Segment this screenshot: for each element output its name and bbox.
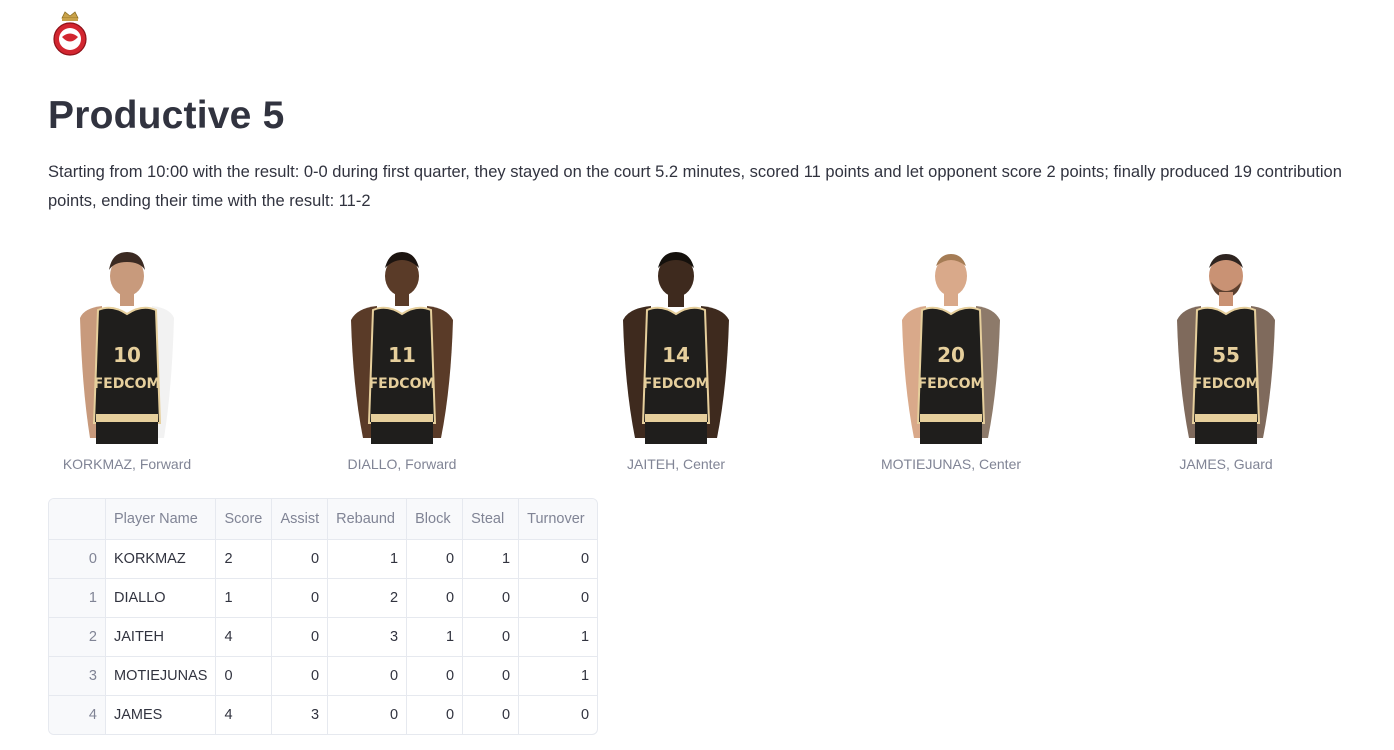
cell-player-name[interactable]: MOTIEJUNAS <box>105 656 217 696</box>
cell-rebaund[interactable]: 0 <box>327 656 408 696</box>
column-header-assist[interactable]: Assist <box>271 499 329 540</box>
cell-turnover[interactable]: 0 <box>519 696 597 735</box>
cell-block[interactable]: 1 <box>406 617 464 657</box>
table-row: 1 DIALLO 1 0 2 0 0 0 <box>49 578 598 618</box>
player-photo: 20 FEDCOM <box>902 254 1000 444</box>
cell-assist[interactable]: 0 <box>271 578 329 618</box>
cell-turnover[interactable]: 0 <box>518 578 598 618</box>
table-row: 3 MOTIEJUNAS 0 0 0 0 0 1 <box>49 656 598 696</box>
player-card: 10 FEDCOM KORKMAZ, Forward <box>12 248 242 478</box>
player-caption: MOTIEJUNAS, Center <box>880 456 1022 472</box>
lineup-summary: Starting from 10:00 with the result: 0-0… <box>48 163 1342 210</box>
cell-score[interactable]: 0 <box>215 656 273 696</box>
row-index: 2 <box>49 617 106 657</box>
cell-assist[interactable]: 0 <box>271 656 329 696</box>
player-caption: DIALLO, Forward <box>347 456 457 472</box>
player-card: 20 FEDCOM MOTIEJUNAS, Center <box>836 248 1066 478</box>
table-row: 2 JAITEH 4 0 3 1 0 1 <box>49 617 598 657</box>
jersey-sponsor: FEDCOM <box>918 376 985 392</box>
player-card: 11 FEDCOM DIALLO, Forward <box>287 248 517 478</box>
cell-rebaund[interactable]: 2 <box>327 578 408 618</box>
cell-steal[interactable]: 0 <box>462 578 520 618</box>
cell-player-name[interactable]: DIALLO <box>105 578 217 618</box>
player-card: 14 FEDCOM JAITEH, Center <box>561 248 791 478</box>
page-title: Productive 5 <box>48 94 285 137</box>
cell-steal[interactable]: 0 <box>462 617 520 657</box>
cell-steal[interactable]: 0 <box>462 695 520 734</box>
cell-rebaund[interactable]: 0 <box>327 695 408 734</box>
cell-score[interactable]: 4 <box>215 695 273 734</box>
cell-block[interactable]: 0 <box>406 539 464 579</box>
cell-player-name[interactable]: JAMES <box>105 695 217 734</box>
column-header-score[interactable]: Score <box>215 499 273 540</box>
jersey-number: 14 <box>662 343 690 367</box>
row-index: 0 <box>49 539 106 579</box>
cell-score[interactable]: 4 <box>215 617 273 657</box>
cell-block[interactable]: 0 <box>406 695 464 734</box>
player-card: 55 FEDCOM JAMES, Guard <box>1111 248 1341 478</box>
cell-turnover[interactable]: 0 <box>518 539 598 579</box>
player-photo: 10 FEDCOM <box>80 252 174 444</box>
table-row: 0 KORKMAZ 2 0 1 0 1 0 <box>49 539 598 579</box>
cell-score[interactable]: 2 <box>215 539 273 579</box>
jersey-sponsor: FEDCOM <box>369 376 436 392</box>
cell-block[interactable]: 0 <box>406 578 464 618</box>
player-caption: JAMES, Guard <box>1179 456 1273 472</box>
player-photo: 55 FEDCOM <box>1177 254 1275 444</box>
cell-assist[interactable]: 0 <box>271 539 329 579</box>
jersey-number: 10 <box>113 343 141 367</box>
cell-player-name[interactable]: JAITEH <box>105 617 217 657</box>
club-logo <box>52 10 88 58</box>
cell-assist[interactable]: 3 <box>271 695 329 734</box>
jersey-sponsor: FEDCOM <box>1193 376 1260 392</box>
row-index: 3 <box>49 656 106 696</box>
cell-turnover[interactable]: 1 <box>518 617 598 657</box>
jersey-sponsor: FEDCOM <box>94 376 161 392</box>
cell-steal[interactable]: 0 <box>462 656 520 696</box>
cell-score[interactable]: 1 <box>215 578 273 618</box>
table-row: 4 JAMES 4 3 0 0 0 0 <box>49 695 597 735</box>
table-header-row: Player Name Score Assist Rebaund Block S… <box>49 499 598 540</box>
stats-table[interactable]: Player Name Score Assist Rebaund Block S… <box>48 498 599 735</box>
cell-steal[interactable]: 1 <box>462 539 520 579</box>
cell-rebaund[interactable]: 3 <box>327 617 408 657</box>
row-index: 1 <box>49 578 106 618</box>
cell-player-name[interactable]: KORKMAZ <box>105 539 217 579</box>
jersey-number: 55 <box>1212 343 1240 367</box>
player-photo: 14 FEDCOM <box>623 252 729 444</box>
player-caption: JAITEH, Center <box>626 456 726 472</box>
column-header-block[interactable]: Block <box>406 499 464 540</box>
column-header-steal[interactable]: Steal <box>462 499 520 540</box>
jersey-number: 20 <box>937 343 965 367</box>
jersey-sponsor: FEDCOM <box>643 376 710 392</box>
row-index: 4 <box>49 695 106 734</box>
cell-assist[interactable]: 0 <box>271 617 329 657</box>
column-header-player-name[interactable]: Player Name <box>105 499 217 540</box>
jersey-number: 11 <box>388 343 416 367</box>
cell-turnover[interactable]: 1 <box>518 656 598 696</box>
column-header-index[interactable] <box>49 499 106 540</box>
cell-rebaund[interactable]: 1 <box>327 539 408 579</box>
column-header-rebaund[interactable]: Rebaund <box>327 499 408 540</box>
player-caption: KORKMAZ, Forward <box>62 456 192 472</box>
player-photo: 11 FEDCOM <box>351 252 453 444</box>
column-header-turnover[interactable]: Turnover <box>518 499 598 540</box>
cell-block[interactable]: 0 <box>406 656 464 696</box>
